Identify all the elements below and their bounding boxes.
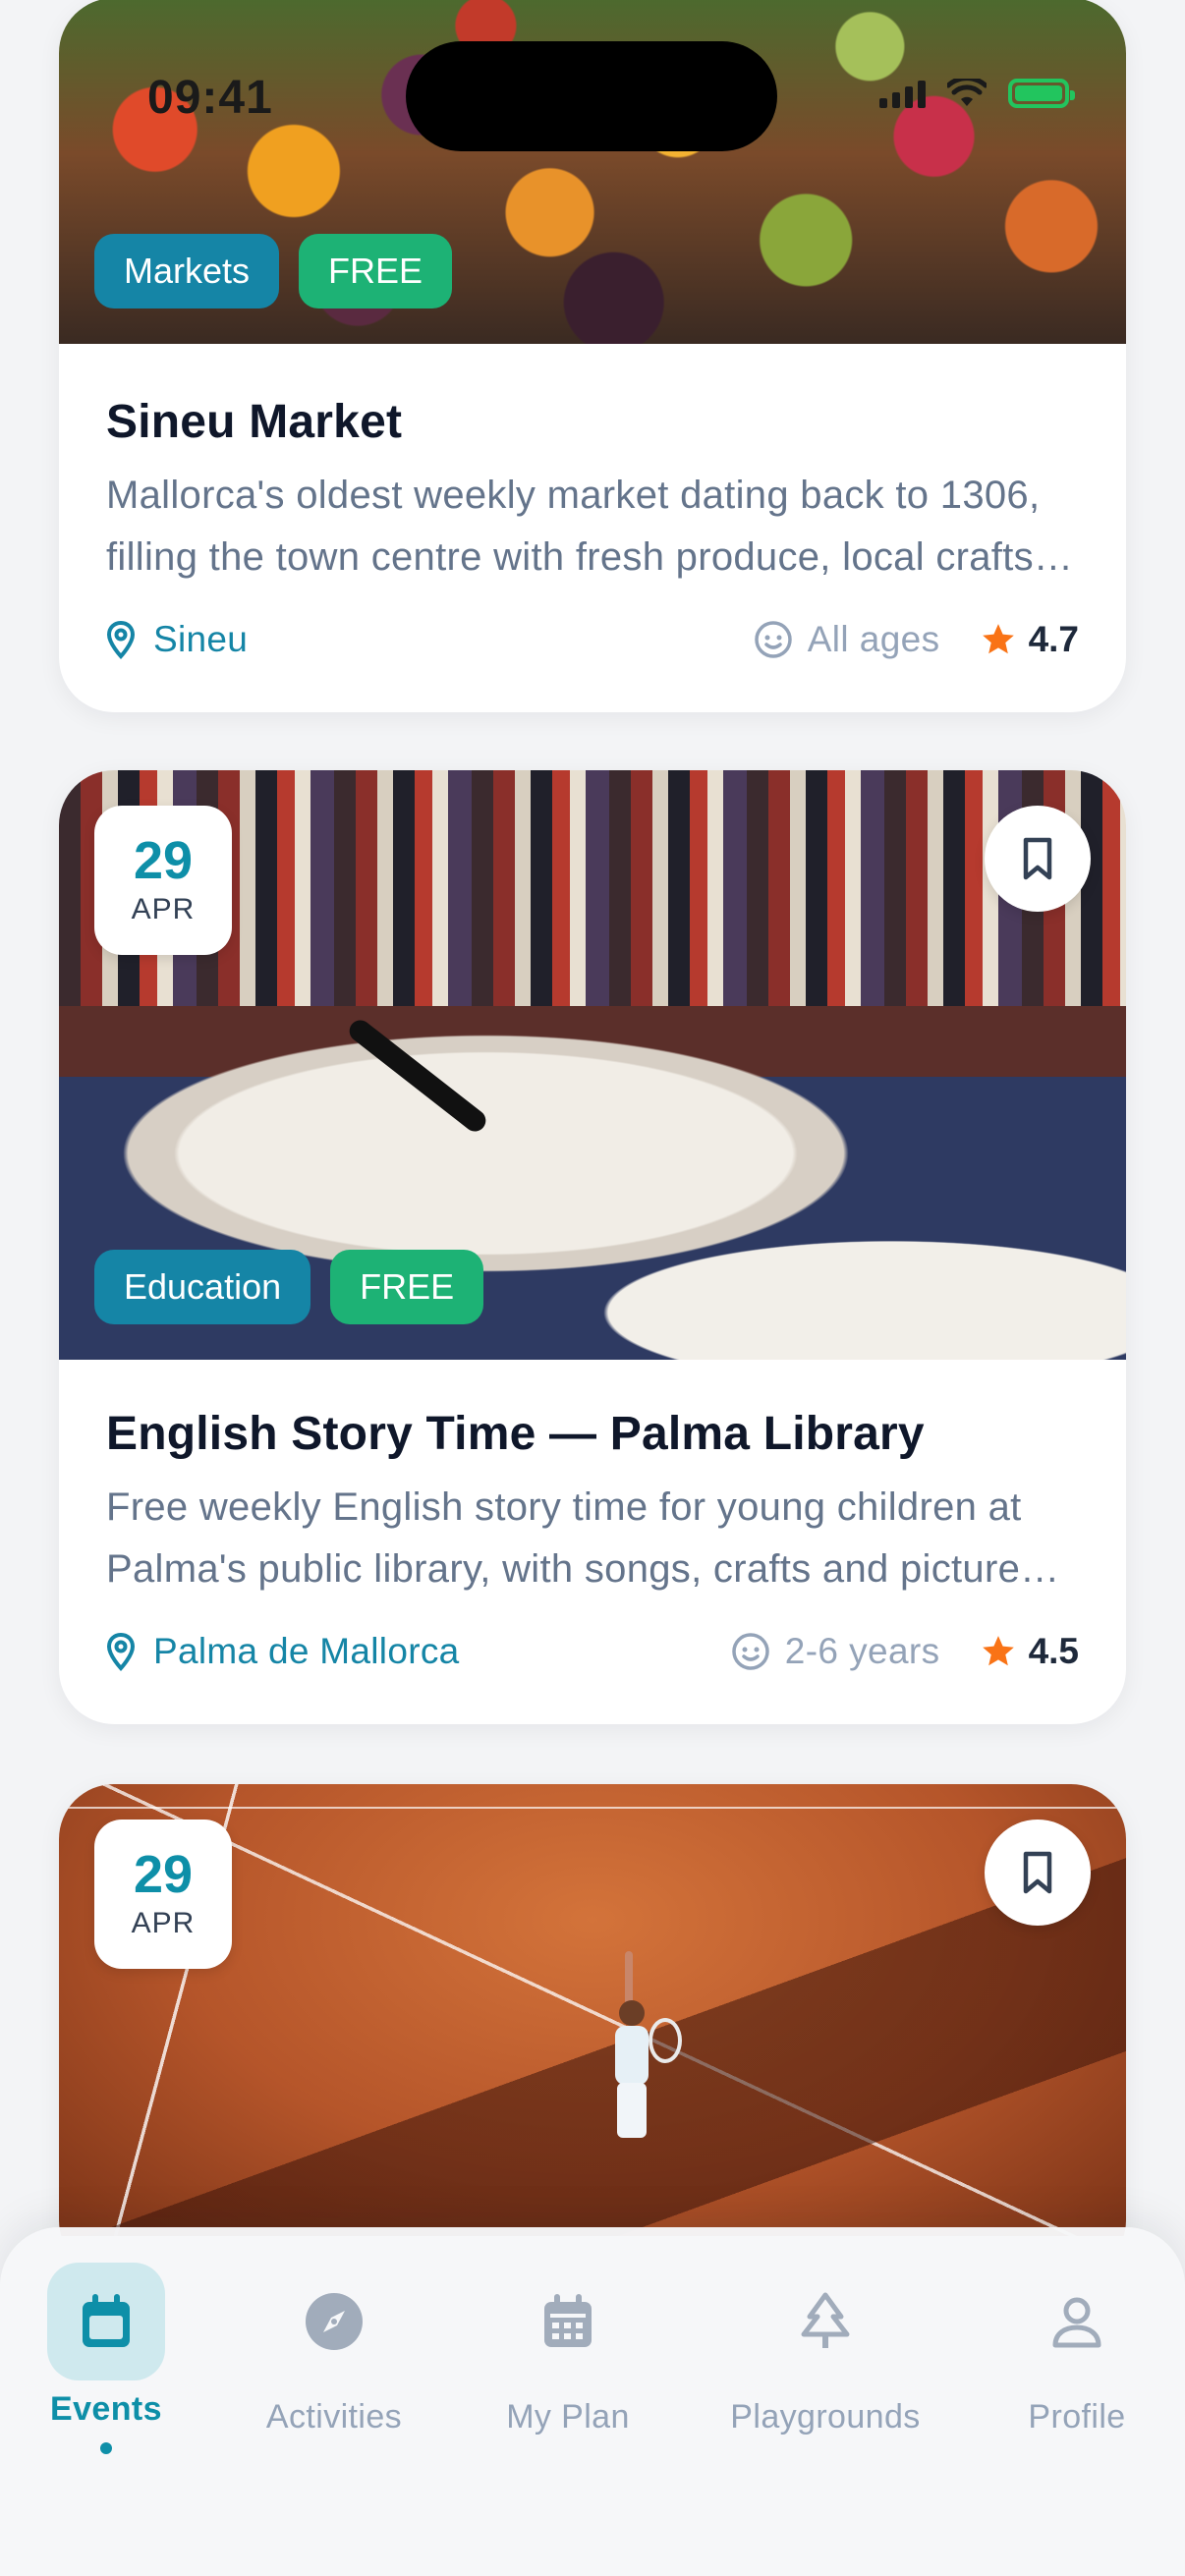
event-image-tennis: 29 APR: [59, 1784, 1126, 2236]
star-icon: [982, 1636, 1014, 1666]
battery-icon: [1008, 79, 1075, 108]
nav-item-profile[interactable]: Profile: [969, 2263, 1185, 2436]
tennis-player-image-detail: [609, 1951, 654, 2138]
event-card-tennis[interactable]: 29 APR: [59, 1784, 1126, 2275]
event-ages-text: 2-6 years: [784, 1631, 940, 1671]
bottom-navigation: Events Activities My Plan Playgrounds Pr…: [0, 2227, 1185, 2576]
event-rating-value: 4.7: [1028, 619, 1079, 659]
nav-item-events[interactable]: Events: [0, 2263, 214, 2454]
child-face-icon: [731, 1633, 769, 1670]
event-ages: 2-6 years: [730, 1631, 940, 1672]
location-pin-icon: [106, 1632, 136, 1671]
nav-item-playgrounds[interactable]: Playgrounds: [717, 2263, 933, 2436]
event-title: Sineu Market: [106, 396, 403, 448]
nav-item-activities[interactable]: Activities: [226, 2263, 442, 2436]
wifi-icon: [947, 79, 987, 106]
person-icon: [1052, 2297, 1101, 2348]
nav-icon-container: [766, 2263, 884, 2380]
calendar-grid-icon: [544, 2294, 592, 2347]
event-rating-value: 4.5: [1028, 1631, 1079, 1671]
dynamic-island: [406, 41, 777, 151]
event-title: English Story Time — Palma Library: [106, 1408, 925, 1460]
status-icons: [879, 79, 1075, 108]
date-day: 29: [133, 831, 194, 890]
star-icon: [982, 624, 1014, 654]
date-month: APR: [131, 1907, 196, 1939]
event-location-text: Palma de Mallorca: [153, 1631, 460, 1671]
category-tag: Education: [94, 1250, 311, 1324]
date-badge: 29 APR: [94, 806, 232, 955]
pen-image-detail: [345, 1016, 490, 1136]
date-day: 29: [133, 1845, 194, 1904]
nav-label: Activities: [265, 2398, 403, 2436]
nav-label: Events: [50, 2390, 162, 2428]
event-location: Sineu: [106, 619, 248, 660]
status-time: 09:41: [147, 72, 273, 124]
location-pin-icon: [106, 620, 136, 659]
event-location-text: Sineu: [153, 619, 249, 659]
event-image-library: 29 APR Education FREE: [59, 770, 1126, 1360]
nav-item-my-plan[interactable]: My Plan: [460, 2263, 676, 2436]
price-tag: FREE: [330, 1250, 484, 1324]
nav-label: Playgrounds: [730, 2398, 921, 2436]
event-description: Free weekly English story time for young…: [106, 1485, 1022, 1591]
price-tag: FREE: [299, 234, 453, 308]
event-description: Mallorca's oldest weekly market dating b…: [106, 474, 1041, 579]
bookmark-icon: [1023, 837, 1052, 880]
active-indicator-dot: [100, 2442, 112, 2454]
event-tags: Education FREE: [94, 1250, 484, 1324]
event-rating: 4.5: [980, 1631, 1079, 1672]
tree-icon: [801, 2292, 850, 2348]
event-ages: All ages: [753, 619, 940, 660]
bookmark-button[interactable]: [985, 1820, 1091, 1926]
child-face-icon: [754, 621, 792, 658]
nav-icon-container: [275, 2263, 393, 2380]
nav-icon-container: [1018, 2263, 1136, 2380]
bookmark-icon: [1023, 1851, 1052, 1894]
event-ages-text: All ages: [807, 619, 940, 659]
event-rating: 4.7: [980, 619, 1079, 660]
event-tags: Markets FREE: [94, 234, 453, 308]
event-meta: Palma de Mallorca 2-6 years 4.5: [106, 1622, 1079, 1681]
cellular-signal-icon: [879, 79, 926, 108]
compass-icon: [306, 2293, 363, 2350]
nav-label: Profile: [1028, 2398, 1126, 2436]
calendar-icon: [83, 2294, 130, 2347]
category-tag: Markets: [94, 234, 280, 308]
nav-label: My Plan: [506, 2398, 630, 2436]
nav-icon-container: [47, 2263, 165, 2380]
event-card-english-story-time[interactable]: 29 APR Education FREE English Story Time…: [59, 770, 1126, 1724]
event-location: Palma de Mallorca: [106, 1631, 460, 1672]
nav-icon-container: [509, 2263, 627, 2380]
bookmark-button[interactable]: [985, 806, 1091, 912]
event-meta: Sineu All ages 4.7: [106, 610, 1079, 669]
racket-image-detail: [649, 2018, 682, 2063]
date-badge: 29 APR: [94, 1820, 232, 1969]
status-bar: 09:41: [0, 0, 1185, 196]
date-month: APR: [131, 893, 196, 925]
